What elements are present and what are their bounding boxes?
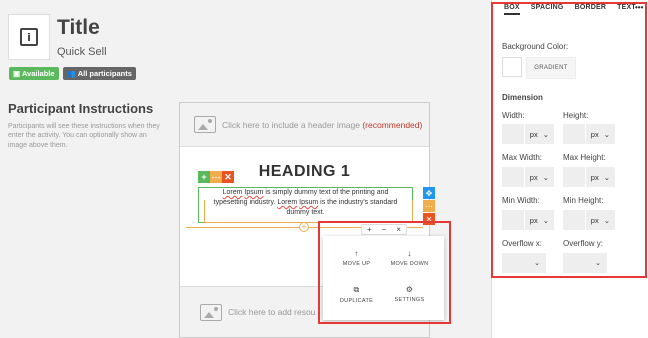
chevron-down-icon: ⌄ (603, 129, 610, 139)
add-block-button[interactable]: + (198, 171, 210, 183)
width-label: Width: (502, 111, 525, 120)
participants-badge-label: All participants (77, 69, 132, 78)
available-badge-label: Available (21, 69, 55, 78)
image-icon (200, 303, 222, 321)
page-title[interactable]: Title (57, 16, 100, 40)
style-tabs: BOX SPACING BORDER TEXT (504, 4, 636, 15)
text-run: Ipsum (244, 189, 264, 196)
min-height-unit-select[interactable]: px ⌄ (585, 210, 615, 230)
chevron-down-icon: ⌄ (595, 260, 601, 267)
block-toolbar: + ⋯ ✕ (198, 171, 234, 183)
popup-highlight (318, 221, 451, 324)
instructions-title: Participant Instructions (8, 101, 154, 116)
instructions-description: Participants will see these instructions… (8, 123, 160, 149)
min-height-label: Min Height: (563, 196, 604, 205)
insert-below-button[interactable]: + (299, 222, 309, 232)
header-image-label: Click here to include a header image (222, 119, 360, 130)
users-icon: 👥 (66, 69, 78, 78)
unit-value: px (590, 129, 599, 139)
tab-border[interactable]: BORDER (575, 4, 607, 15)
remove-block-button[interactable]: ✕ (222, 171, 234, 183)
min-height-field: px ⌄ (563, 210, 615, 230)
max-width-input[interactable] (502, 167, 524, 187)
min-height-input[interactable] (563, 210, 585, 230)
max-width-unit-select[interactable]: px ⌄ (524, 167, 554, 187)
overflow-y-select[interactable]: ⌄ (563, 253, 607, 273)
unit-value: px (590, 172, 599, 182)
min-width-unit-select[interactable]: px ⌄ (524, 210, 554, 230)
min-width-field: px ⌄ (502, 210, 554, 230)
overflow-x-label: Overflow x: (502, 239, 543, 248)
width-unit-select[interactable]: px ⌄ (524, 124, 554, 144)
height-field: px ⌄ (563, 124, 615, 144)
tab-spacing[interactable]: SPACING (531, 4, 564, 15)
max-height-input[interactable] (563, 167, 585, 187)
height-unit-select[interactable]: px ⌄ (585, 124, 615, 144)
more-options-icon[interactable]: ••• (635, 3, 643, 12)
overflow-y-label: Overflow y: (563, 239, 604, 248)
style-panel: BOX SPACING BORDER TEXT ••• Background C… (491, 0, 648, 338)
move-handle-icon[interactable]: ✥ (423, 187, 435, 199)
max-height-unit-select[interactable]: px ⌄ (585, 167, 615, 187)
chevron-down-icon: ⌄ (534, 260, 540, 267)
background-color-swatch[interactable] (502, 57, 522, 77)
min-width-label: Min Width: (502, 196, 540, 205)
width-input[interactable] (502, 124, 524, 144)
header-image-placeholder[interactable]: Click here to include a header image (re… (180, 103, 429, 147)
page-subtitle: Quick Sell (57, 46, 107, 58)
text-run: Lorem (222, 189, 243, 196)
available-badge[interactable]: ▣ Available (9, 67, 59, 80)
badge-row: ▣ Available 👥 All participants (9, 67, 136, 80)
side-more-button[interactable]: ⋯ (423, 200, 435, 212)
resource-image-text: Click here to add resou (228, 307, 316, 317)
tab-text[interactable]: TEXT (617, 4, 636, 15)
header-image-text: Click here to include a header image (re… (222, 120, 422, 130)
dimension-heading: Dimension (502, 93, 543, 102)
activity-thumbnail[interactable]: i (8, 14, 50, 60)
height-label: Height: (563, 111, 589, 120)
recommended-label: (recommended) (362, 119, 423, 130)
calendar-icon: ▣ (13, 69, 22, 78)
unit-value: px (529, 129, 538, 139)
max-height-label: Max Height: (563, 153, 606, 162)
tab-box[interactable]: BOX (504, 4, 520, 15)
unit-value: px (590, 215, 599, 225)
unit-value: px (529, 172, 538, 182)
background-color-label: Background Color: (502, 42, 569, 51)
max-width-label: Max Width: (502, 153, 543, 162)
image-icon (194, 116, 216, 133)
max-height-field: px ⌄ (563, 167, 615, 187)
height-input[interactable] (563, 124, 585, 144)
chevron-down-icon: ⌄ (542, 129, 549, 139)
chevron-down-icon: ⌄ (542, 172, 549, 182)
screen: i Title Quick Sell ▣ Available 👥 All par… (0, 0, 648, 338)
block-more-button[interactable]: ⋯ (210, 171, 222, 183)
chevron-down-icon: ⌄ (603, 172, 610, 182)
selected-element-outline (204, 200, 413, 223)
max-width-field: px ⌄ (502, 167, 554, 187)
unit-value: px (529, 215, 538, 225)
min-width-input[interactable] (502, 210, 524, 230)
width-field: px ⌄ (502, 124, 554, 144)
participants-badge[interactable]: 👥 All participants (62, 67, 136, 80)
chevron-down-icon: ⌄ (603, 215, 610, 225)
overflow-x-select[interactable]: ⌄ (502, 253, 546, 273)
chevron-down-icon: ⌄ (542, 215, 549, 225)
gradient-button[interactable]: GRADIENT (526, 57, 576, 79)
info-icon: i (20, 28, 38, 46)
